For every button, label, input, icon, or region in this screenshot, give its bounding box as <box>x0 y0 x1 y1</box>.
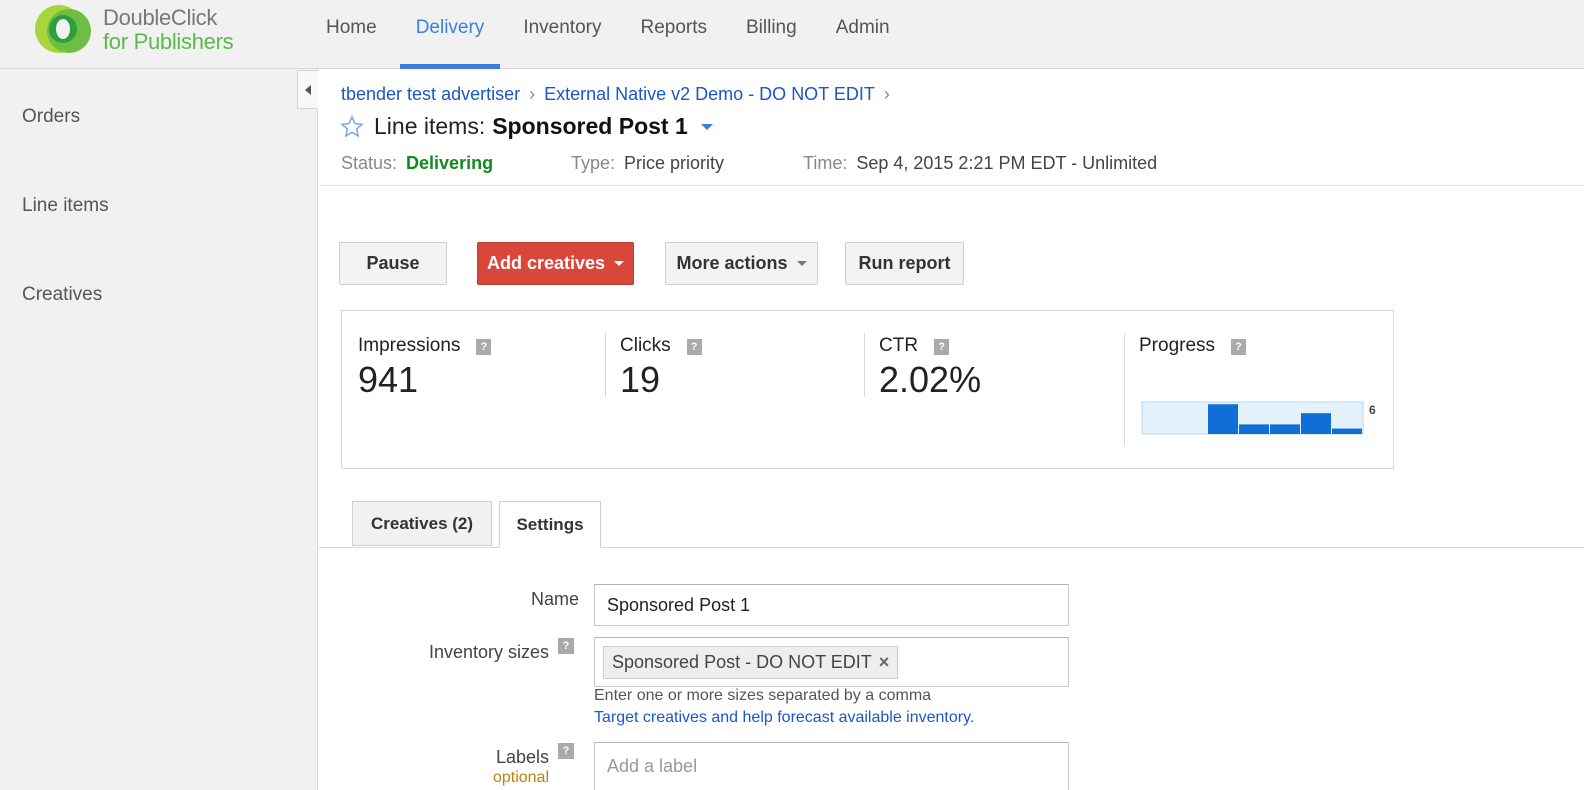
time-field: Time: Sep 4, 2015 2:21 PM EDT - Unlimited <box>803 153 1157 174</box>
line-item-name: Sponsored Post 1 <box>492 113 688 139</box>
tab-creatives[interactable]: Creatives (2) <box>352 501 492 546</box>
top-bar: DoubleClick for Publishers Home Delivery… <box>0 0 1584 69</box>
labels-label: Labels <box>495 747 549 767</box>
star-outline-icon[interactable] <box>340 114 364 139</box>
impressions-label: Impressions? <box>358 335 492 357</box>
breadcrumb-advertiser-link[interactable]: tbender test advertiser <box>341 84 520 104</box>
clicks-label: Clicks? <box>620 335 702 357</box>
nav-delivery[interactable]: Delivery <box>399 0 501 69</box>
run-report-button[interactable]: Run report <box>845 242 964 285</box>
main-nav: Home Delivery Inventory Reports Billing … <box>310 0 913 69</box>
help-icon[interactable]: ? <box>558 638 574 654</box>
stat-divider <box>1124 333 1125 445</box>
doubleclick-logo-icon <box>35 5 91 53</box>
help-icon[interactable]: ? <box>686 339 702 355</box>
run-report-label: Run report <box>858 253 951 273</box>
stat-divider <box>605 333 606 397</box>
page-title-prefix: Line items: <box>374 113 486 139</box>
type-label: Type: <box>571 153 616 173</box>
add-creatives-button[interactable]: Add creatives <box>477 242 634 285</box>
logo-text-line1: DoubleClick <box>103 5 218 30</box>
inventory-sizes-label: Inventory sizes <box>428 642 549 662</box>
help-icon[interactable]: ? <box>934 339 950 355</box>
progress-label: Progress? <box>1139 335 1247 357</box>
progress-chart: 6 <box>1141 401 1376 435</box>
nav-admin[interactable]: Admin <box>820 0 906 69</box>
breadcrumb-order-link[interactable]: External Native v2 Demo - DO NOT EDIT <box>544 84 875 104</box>
inventory-sizes-link[interactable]: Target creatives and help forecast avail… <box>594 709 974 727</box>
breadcrumb: tbender test advertiser › External Native … <box>341 84 899 105</box>
page-title: Line items: Sponsored Post 1 <box>340 113 713 140</box>
sidebar-item-orders[interactable]: Orders <box>22 106 80 128</box>
progress-axis-label: 6 <box>1369 403 1376 417</box>
inventory-sizes-field[interactable]: Sponsored Post - DO NOT EDIT × <box>594 637 1069 687</box>
breadcrumb-separator: › <box>883 84 890 104</box>
inventory-size-chip: Sponsored Post - DO NOT EDIT × <box>603 645 899 679</box>
name-field[interactable]: Sponsored Post 1 <box>594 584 1069 626</box>
breadcrumb-separator: › <box>529 84 536 104</box>
impressions-value: 941 <box>358 359 419 400</box>
time-label: Time: <box>803 153 848 173</box>
name-label: Name <box>530 589 579 609</box>
nav-inventory[interactable]: Inventory <box>507 0 617 69</box>
nav-billing[interactable]: Billing <box>730 0 813 69</box>
close-icon[interactable]: × <box>879 652 890 673</box>
inventory-size-chip-label: Sponsored Post - DO NOT EDIT <box>612 651 872 672</box>
labels-placeholder: Add a label <box>607 756 698 776</box>
status-label: Status: <box>341 153 398 173</box>
progress-bar <box>1332 428 1362 434</box>
status-field: Status: Delivering <box>341 153 493 174</box>
name-field-value: Sponsored Post 1 <box>607 594 751 615</box>
stats-panel: Impressions? 941 Clicks? 19 CTR? 2.02% P… <box>341 310 1394 469</box>
help-icon[interactable]: ? <box>1231 339 1247 355</box>
help-icon[interactable]: ? <box>476 339 492 355</box>
add-creatives-label: Add creatives <box>486 253 606 273</box>
pause-button-label: Pause <box>366 253 420 273</box>
inventory-sizes-hint: Enter one or more sizes separated by a c… <box>594 687 932 704</box>
sidebar-item-creatives[interactable]: Creatives <box>22 284 102 306</box>
ctr-value: 2.02% <box>879 359 982 400</box>
time-value: Sep 4, 2015 2:21 PM EDT - Unlimited <box>856 153 1158 173</box>
sidebar-item-line-items[interactable]: Line items <box>22 195 109 217</box>
help-icon[interactable]: ? <box>558 743 574 759</box>
progress-bar <box>1270 424 1300 434</box>
type-field: Type: Price priority <box>571 153 724 174</box>
status-value: Delivering <box>406 153 494 173</box>
progress-bar <box>1301 413 1331 434</box>
divider <box>319 185 1584 186</box>
labels-optional-hint: optional <box>492 769 549 786</box>
type-value: Price priority <box>624 153 725 173</box>
collapse-left-icon[interactable] <box>297 70 318 109</box>
logo[interactable]: DoubleClick for Publishers <box>33 3 253 55</box>
logo-text-line2: for Publishers <box>103 29 234 54</box>
labels-field[interactable]: Add a label <box>594 742 1069 790</box>
chevron-down-icon <box>796 261 807 266</box>
pause-button[interactable]: Pause <box>339 242 447 285</box>
chevron-down-icon <box>614 261 625 266</box>
more-actions-button[interactable]: More actions <box>665 242 818 285</box>
tab-settings[interactable]: Settings <box>499 501 601 548</box>
clicks-value: 19 <box>620 359 661 400</box>
more-actions-label: More actions <box>676 253 788 273</box>
stat-divider <box>864 333 865 397</box>
chevron-down-icon[interactable] <box>700 123 713 130</box>
sidebar: Orders Line items Creatives <box>0 69 318 790</box>
nav-home[interactable]: Home <box>310 0 393 69</box>
progress-bar <box>1208 404 1238 434</box>
ctr-label: CTR? <box>879 335 950 357</box>
progress-bar <box>1239 424 1269 434</box>
nav-reports[interactable]: Reports <box>624 0 723 69</box>
